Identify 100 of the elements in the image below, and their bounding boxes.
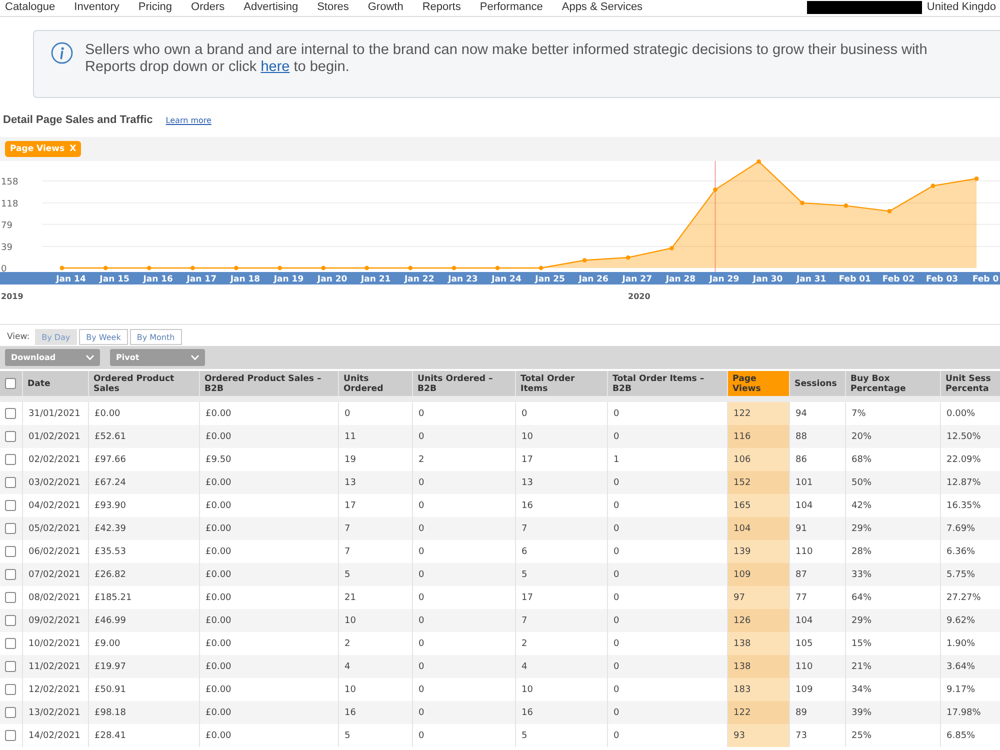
- x-axis-label: Jan 26: [578, 274, 608, 285]
- data-point: [887, 209, 892, 214]
- nav-link[interactable]: Advertising: [244, 0, 298, 14]
- nav-link[interactable]: Orders: [191, 0, 225, 14]
- here-link[interactable]: here: [260, 59, 290, 75]
- row-checkbox[interactable]: [5, 546, 16, 557]
- region-selector[interactable]: United Kingdo: [926, 0, 1000, 14]
- table-cell: 21%: [845, 655, 940, 678]
- x-axis-label: Jan 24: [492, 274, 522, 285]
- data-point: [582, 258, 587, 262]
- table-cell: 93: [727, 724, 789, 747]
- row-checkbox[interactable]: [5, 569, 16, 580]
- view-tab[interactable]: By Month: [130, 329, 182, 345]
- row-checkbox[interactable]: [5, 684, 16, 695]
- row-checkbox[interactable]: [5, 615, 16, 626]
- nav-link[interactable]: Growth: [368, 0, 404, 14]
- nav-link[interactable]: Performance: [480, 0, 543, 14]
- column-header[interactable]: Date: [22, 371, 88, 396]
- table-cell: 13: [515, 471, 607, 494]
- column-header[interactable]: Sessions: [789, 371, 845, 396]
- x-axis-label: Feb 01: [838, 274, 871, 285]
- x-axis-label: Jan 18: [230, 274, 260, 285]
- table-cell: 10: [515, 425, 607, 448]
- data-point: [234, 266, 238, 270]
- select-all-checkbox[interactable]: [5, 378, 16, 389]
- x-axis-label: Jan 30: [752, 274, 783, 285]
- table-cell: 0: [412, 655, 515, 678]
- x-axis-label: Feb 0: [972, 274, 999, 285]
- table-cell: 5: [338, 724, 412, 747]
- column-header[interactable]: Units Ordered: [338, 371, 412, 396]
- table-cell: 0: [412, 701, 515, 724]
- data-point: [321, 266, 326, 270]
- banner-message: Sellers who own a brand and are internal to the brand can now make better informed strategic decisions to grow their business with Reports drop down or click here to begin.: [85, 42, 928, 76]
- table-cell: 6.85%: [940, 724, 1000, 747]
- table-cell: 0: [607, 701, 727, 724]
- table-cell: 14/02/2021: [22, 724, 88, 747]
- caret-icon: [86, 355, 94, 360]
- nav-link[interactable]: Pricing: [138, 0, 172, 14]
- column-header[interactable]: Buy Box Percentage: [845, 371, 940, 396]
- nav-link[interactable]: Catalogue: [5, 0, 56, 14]
- table-cell: £0.00: [199, 563, 338, 586]
- row-checkbox[interactable]: [5, 500, 16, 511]
- column-header[interactable]: Total Order Items: [515, 371, 607, 396]
- row-checkbox[interactable]: [5, 592, 16, 603]
- table-cell: 89: [789, 701, 845, 724]
- learn-more-link[interactable]: Learn more: [166, 116, 212, 125]
- view-label: View:: [7, 332, 30, 342]
- report-title: Detail Page Sales and Traffic: [3, 113, 153, 127]
- row-checkbox[interactable]: [5, 730, 16, 741]
- table-cell: 126: [727, 609, 789, 632]
- data-point: [60, 266, 64, 270]
- column-header[interactable]: Ordered Product Sales – B2B: [199, 371, 338, 396]
- column-header[interactable]: Total Order Items – B2B: [607, 371, 727, 396]
- data-point: [844, 203, 848, 208]
- table-cell: 0: [607, 425, 727, 448]
- table-cell: £26.82: [88, 563, 199, 586]
- table-cell: £19.97: [88, 655, 199, 678]
- nav-link[interactable]: Stores: [317, 0, 349, 14]
- data-point: [756, 159, 761, 164]
- row-checkbox[interactable]: [5, 661, 16, 672]
- nav-link[interactable]: Inventory: [74, 0, 120, 14]
- caret-icon: [191, 355, 199, 360]
- row-checkbox[interactable]: [5, 408, 16, 419]
- row-checkbox[interactable]: [5, 523, 16, 534]
- table-cell: £28.41: [88, 724, 199, 747]
- column-header[interactable]: Unit Sess Percenta: [940, 371, 1000, 396]
- table-cell: 09/02/2021: [22, 609, 88, 632]
- data-point: [190, 266, 195, 270]
- y-axis-label: 39: [1, 243, 12, 253]
- table-cell: 109: [727, 563, 789, 586]
- row-checkbox[interactable]: [5, 707, 16, 718]
- data-point: [495, 266, 500, 270]
- table-cell: 03/02/2021: [22, 471, 88, 494]
- table-cell: 122: [727, 402, 789, 425]
- x-axis-label: Jan 16: [143, 274, 173, 285]
- row-checkbox[interactable]: [5, 477, 16, 488]
- nav-link[interactable]: Reports: [422, 0, 461, 14]
- table-cell: 12.50%: [940, 425, 1000, 448]
- column-header[interactable]: Ordered Product Sales: [88, 371, 199, 396]
- table-cell: £0.00: [199, 609, 338, 632]
- x-axis-label: Feb 02: [882, 274, 914, 285]
- table-cell: 01/02/2021: [22, 425, 88, 448]
- table-cell: 7.69%: [940, 517, 1000, 540]
- view-tab[interactable]: By Week: [79, 329, 128, 345]
- nav-link[interactable]: Apps & Services: [562, 0, 643, 14]
- row-checkbox[interactable]: [5, 638, 16, 649]
- table-cell: 16: [515, 701, 607, 724]
- row-checkbox[interactable]: [5, 454, 16, 465]
- table-cell: £0.00: [199, 655, 338, 678]
- table-cell: 05/02/2021: [22, 517, 88, 540]
- table-cell: 0: [412, 517, 515, 540]
- table-cell: 13/02/2021: [22, 701, 88, 724]
- table-cell: 13: [338, 471, 412, 494]
- y-axis-label: 0: [1, 264, 7, 274]
- column-header[interactable]: Units Ordered – B2B: [412, 371, 515, 396]
- table-cell: 4: [338, 655, 412, 678]
- table-cell: £0.00: [199, 701, 338, 724]
- column-header[interactable]: Page Views: [727, 371, 789, 396]
- table-cell: £0.00: [199, 425, 338, 448]
- row-checkbox[interactable]: [5, 431, 16, 442]
